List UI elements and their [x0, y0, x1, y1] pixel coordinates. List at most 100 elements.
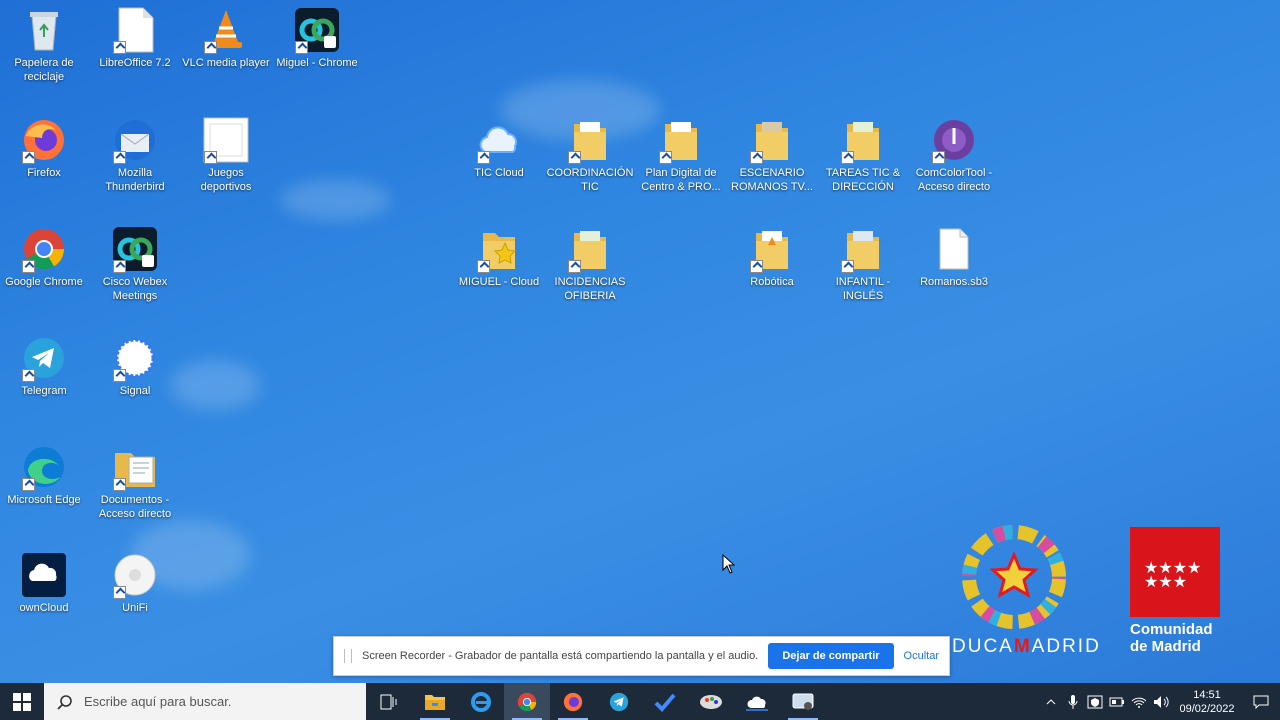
stop-sharing-button[interactable]: Dejar de compartir — [768, 643, 894, 669]
desktop-icon-romanos-sb3[interactable]: Romanos.sb3 — [910, 225, 998, 289]
desktop-icon-unifi[interactable]: UniFi — [91, 551, 179, 615]
desktop-icon-owncloud[interactable]: ownCloud — [0, 551, 88, 615]
taskbar-screen-recorder[interactable] — [780, 683, 826, 720]
desktop-icon-tic-cloud[interactable]: TIC Cloud — [455, 116, 543, 180]
notification-icon — [1253, 695, 1269, 709]
desktop-icon-label: UniFi — [122, 602, 148, 614]
desktop-icon-label: INFANTIL - INGLÉS — [835, 276, 891, 302]
recycle-bin-icon — [30, 12, 58, 51]
system-tray: 14:51 09/02/2022 — [1040, 683, 1280, 720]
wifi-icon — [1131, 697, 1147, 708]
desktop-icon-signal[interactable]: Signal — [91, 334, 179, 398]
desktop[interactable]: { "desktop_icons": [ {"label": "Papelera… — [0, 0, 1280, 720]
desktop-icon-label: VLC media player — [182, 57, 270, 69]
chevron-up-icon — [1046, 698, 1056, 704]
taskbar-owncloud[interactable] — [734, 683, 780, 720]
file-explorer-icon — [425, 694, 445, 710]
desktop-icon-miguel-cloud[interactable]: MIGUEL - Cloud — [455, 225, 543, 289]
desktop-icon-thunderbird[interactable]: Mozilla Thunderbird — [91, 116, 179, 194]
desktop-icon-label: Papelera de reciclaje — [14, 57, 74, 83]
desktop-icon-escenario-romanos[interactable]: ESCENARIO ROMANOS TV... — [728, 116, 816, 194]
desktop-icon-firefox[interactable]: Firefox — [0, 116, 88, 180]
taskbar-todo[interactable] — [642, 683, 688, 720]
desktop-icon-label: Plan Digital de Centro & PRO... — [641, 167, 721, 193]
screen-recorder-icon — [792, 693, 814, 710]
svg-text:★★★: ★★★ — [1144, 572, 1187, 591]
clock[interactable]: 14:51 09/02/2022 — [1172, 688, 1242, 716]
desktop-icon-incidencias-ofiberia[interactable]: INCIDENCIAS OFIBERIA — [546, 225, 634, 303]
desktop-icon-label: ComColorTool - Acceso directo — [915, 167, 993, 193]
battery-tray[interactable] — [1106, 683, 1128, 720]
desktop-icon-label: TAREAS TIC & DIRECCIÓN — [825, 167, 901, 193]
desktop-icon-google-chrome[interactable]: Google Chrome — [0, 225, 88, 289]
internet-explorer-icon — [471, 691, 491, 712]
desktop-icon-libreoffice[interactable]: LibreOffice 7.2 — [91, 6, 179, 70]
checkmark-icon — [654, 693, 676, 712]
taskbar-chrome[interactable] — [504, 683, 550, 720]
desktop-icon-comcolortool[interactable]: ComColorTool - Acceso directo — [910, 116, 998, 194]
clock-date: 09/02/2022 — [1179, 702, 1235, 715]
taskbar-telegram[interactable] — [596, 683, 642, 720]
notification-center-button[interactable] — [1242, 695, 1280, 709]
comunidad-madrid-text: Comunidad de Madrid — [1130, 621, 1213, 655]
start-button[interactable] — [0, 683, 44, 720]
desktop-icon-juegos-deportivos[interactable]: Juegos deportivos — [182, 116, 270, 194]
battery-icon — [1109, 697, 1124, 706]
desktop-icon-label: ESCENARIO ROMANOS TV... — [731, 167, 813, 193]
cloud-icon — [746, 696, 768, 711]
volume-tray[interactable] — [1150, 683, 1172, 720]
drag-handle[interactable] — [344, 649, 352, 663]
show-hidden-icons-button[interactable] — [1040, 683, 1062, 720]
taskbar-search-box[interactable]: Escribe aquí para buscar. — [44, 683, 366, 720]
clock-time: 14:51 — [1193, 688, 1221, 701]
file-icon — [939, 228, 969, 270]
owncloud-icon — [22, 553, 66, 597]
microphone-tray[interactable] — [1062, 683, 1084, 720]
security-tray[interactable] — [1084, 683, 1106, 720]
desktop-icon-cisco-webex[interactable]: Cisco Webex Meetings — [91, 225, 179, 303]
hide-button[interactable]: Ocultar — [904, 650, 939, 662]
desktop-icon-vlc[interactable]: VLC media player — [182, 6, 270, 70]
palette-icon — [700, 694, 722, 709]
search-icon — [57, 694, 72, 710]
desktop-icon-telegram[interactable]: Telegram — [0, 334, 88, 398]
desktop-icon-label: Robótica — [750, 276, 794, 288]
firefox-icon — [563, 692, 583, 711]
taskbar-firefox[interactable] — [550, 683, 596, 720]
wifi-tray[interactable] — [1128, 683, 1150, 720]
desktop-icon-microsoft-edge[interactable]: Microsoft Edge — [0, 443, 88, 507]
telegram-icon — [609, 692, 629, 711]
taskbar: Escribe aquí para buscar. 14:51 09/02/20… — [0, 683, 1280, 720]
mouse-cursor-icon — [722, 554, 736, 574]
desktop-icon-label: Firefox — [27, 167, 61, 179]
desktop-icon-label: Telegram — [21, 385, 67, 397]
cam-line1: Comunidad — [1130, 621, 1213, 638]
desktop-icon-label: TIC Cloud — [474, 167, 524, 179]
taskbar-app-palette[interactable] — [688, 683, 734, 720]
educa-text: DUCA — [952, 636, 1014, 657]
screen-share-bar: Screen Recorder - Grabador de pantalla e… — [333, 636, 950, 676]
desktop-icon-label: INCIDENCIAS OFIBERIA — [554, 276, 626, 302]
desktop-icon-label: Romanos.sb3 — [920, 276, 988, 288]
desktop-icon-plan-digital[interactable]: Plan Digital de Centro & PRO... — [637, 116, 725, 194]
desktop-icon-label: MIGUEL - Cloud — [458, 276, 540, 288]
task-view-button[interactable] — [366, 683, 412, 720]
defender-icon — [1087, 695, 1103, 708]
desktop-icon-documentos[interactable]: Documentos - Acceso directo — [91, 443, 179, 521]
desktop-icon-label: ownCloud — [19, 602, 69, 614]
cloud-decoration — [280, 180, 390, 220]
desktop-icon-label: Microsoft Edge — [7, 494, 81, 506]
educa-m: M — [1013, 636, 1032, 657]
educamadrid-wordmark: DUCAMADRID — [952, 636, 1101, 658]
taskbar-file-explorer[interactable] — [412, 683, 458, 720]
desktop-icon-recycle-bin[interactable]: Papelera de reciclaje — [0, 6, 88, 84]
desktop-icon-miguel-chrome[interactable]: Miguel - Chrome — [273, 6, 361, 70]
taskbar-internet-explorer[interactable] — [458, 683, 504, 720]
desktop-icon-infantil-ingles[interactable]: INFANTIL - INGLÉS — [819, 225, 907, 303]
desktop-icon-label: Juegos deportivos — [200, 167, 252, 193]
desktop-icon-coordinacion-tic[interactable]: COORDINACIÓN TIC — [546, 116, 634, 194]
desktop-icon-robotica[interactable]: Robótica — [728, 225, 816, 289]
desktop-icon-label: Miguel - Chrome — [276, 57, 358, 69]
desktop-icon-label: Documentos - Acceso directo — [98, 494, 172, 520]
desktop-icon-tareas-tic[interactable]: TAREAS TIC & DIRECCIÓN — [819, 116, 907, 194]
